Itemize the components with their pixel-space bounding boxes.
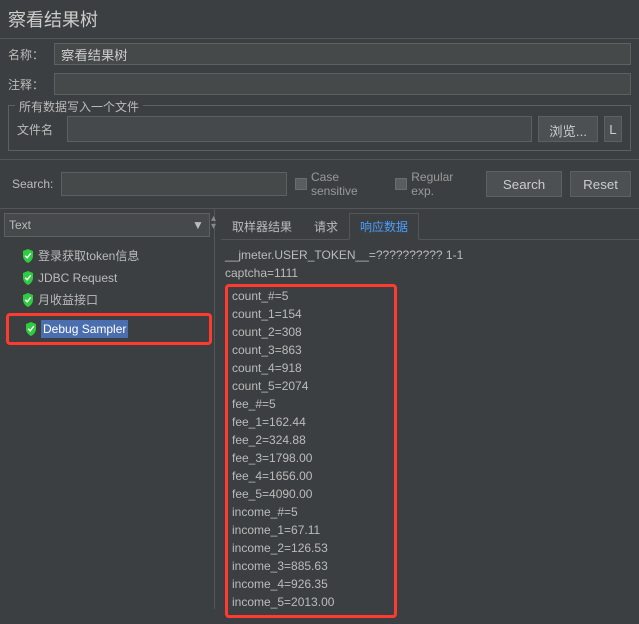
checkbox-icon [295, 178, 307, 190]
highlight-box: Debug Sampler [6, 313, 212, 345]
name-label: 名称： [8, 46, 48, 63]
tree-item-label: Debug Sampler [41, 320, 128, 338]
page-title: 察看结果树 [0, 0, 639, 39]
name-input[interactable] [54, 43, 631, 65]
tree-item-label: JDBC Request [38, 269, 117, 287]
response-line: __jmeter.USER_TOKEN__=?????????? 1-1 [225, 246, 635, 264]
file-output-fieldset: 所有数据写入一个文件 文件名 浏览... L [8, 105, 631, 151]
tree-item-label: 登录获取token信息 [38, 247, 139, 265]
response-line: income_3=885.63 [232, 557, 390, 575]
result-tree: 登录获取token信息 JDBC Request 月收益接口 Debug Sample… [4, 245, 210, 345]
response-line: fee_3=1798.00 [232, 449, 390, 467]
success-shield-icon [25, 322, 37, 336]
tree-item[interactable]: JDBC Request [4, 267, 210, 289]
success-shield-icon [22, 249, 34, 263]
response-line: income_5=2013.00 [232, 593, 390, 611]
log-config-button[interactable]: L [604, 116, 622, 142]
search-label: Search: [12, 177, 53, 191]
regex-checkbox[interactable]: Regular exp. [395, 170, 477, 198]
tree-item[interactable]: 月收益接口 [4, 289, 210, 311]
case-sensitive-checkbox[interactable]: Case sensitive [295, 170, 387, 198]
response-line: fee_1=162.44 [232, 413, 390, 431]
response-line: count_5=2074 [232, 377, 390, 395]
combo-value: Text [9, 218, 31, 232]
filename-label: 文件名 [17, 121, 61, 138]
success-shield-icon [22, 293, 34, 307]
response-line: fee_4=1656.00 [232, 467, 390, 485]
response-text[interactable]: __jmeter.USER_TOKEN__=?????????? 1-1 cap… [221, 240, 639, 624]
response-line: income_#=5 [232, 503, 390, 521]
tree-item[interactable]: 登录获取token信息 [4, 245, 210, 267]
response-line: fee_#=5 [232, 395, 390, 413]
response-line: count_1=154 [232, 305, 390, 323]
response-line: count_4=918 [232, 359, 390, 377]
render-combo[interactable]: Text ▼ [4, 213, 210, 237]
tab-sampler-result[interactable]: 取样器结果 [221, 213, 303, 239]
search-input[interactable] [61, 172, 287, 196]
highlight-box: count_#=5count_1=154count_2=308count_3=8… [225, 284, 397, 618]
checkbox-icon [395, 178, 407, 190]
comment-label: 注释： [8, 76, 48, 93]
chevron-down-icon: ▼ [191, 218, 205, 232]
response-line: count_3=863 [232, 341, 390, 359]
response-line: captcha=1111 [225, 264, 635, 282]
success-shield-icon [22, 271, 34, 285]
tree-item[interactable]: Debug Sampler [25, 318, 207, 340]
tab-request[interactable]: 请求 [303, 213, 349, 239]
response-line: count_2=308 [232, 323, 390, 341]
response-line: count_#=5 [232, 287, 390, 305]
response-line: income_1=67.11 [232, 521, 390, 539]
fieldset-legend: 所有数据写入一个文件 [15, 98, 143, 115]
search-button[interactable]: Search [486, 171, 562, 197]
tree-item-label: 月收益接口 [38, 291, 98, 309]
filename-input[interactable] [67, 116, 532, 142]
browse-button[interactable]: 浏览... [538, 116, 598, 142]
splitter-handle-icon[interactable]: ▴▾ [211, 215, 216, 231]
reset-button[interactable]: Reset [570, 171, 631, 197]
response-line: fee_2=324.88 [232, 431, 390, 449]
response-line: income_2=126.53 [232, 539, 390, 557]
comment-input[interactable] [54, 73, 631, 95]
response-line: income_4=926.35 [232, 575, 390, 593]
tab-response-data[interactable]: 响应数据 [349, 213, 419, 240]
response-line: fee_5=4090.00 [232, 485, 390, 503]
